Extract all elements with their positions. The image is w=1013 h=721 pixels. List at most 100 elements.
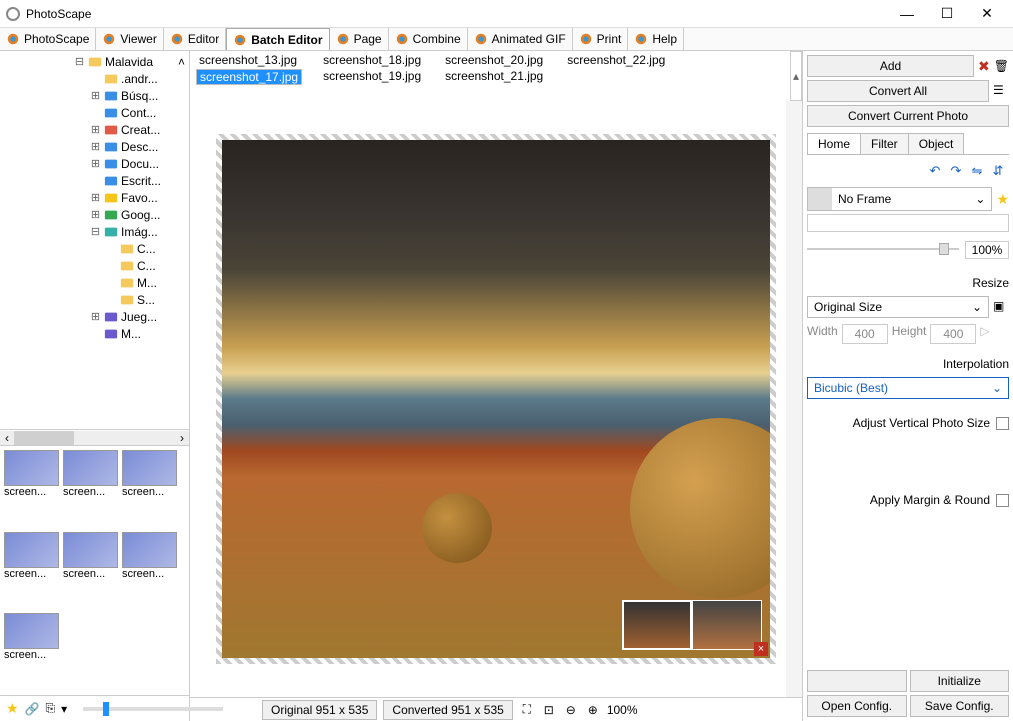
height-field[interactable]: 400: [930, 324, 976, 344]
zoom-out-icon[interactable]: ⊖: [563, 702, 579, 718]
toolbar-photoscape[interactable]: PhotoScape: [0, 28, 96, 50]
tree-node[interactable]: M...: [4, 274, 189, 291]
file-item[interactable]: screenshot_17.jpg: [196, 69, 302, 85]
toolbar-combine[interactable]: Combine: [389, 28, 468, 50]
maximize-button[interactable]: ☐: [927, 2, 967, 26]
image-canvas[interactable]: ×: [216, 134, 776, 664]
file-item[interactable]: screenshot_19.jpg: [320, 69, 424, 85]
tab-home[interactable]: Home: [807, 133, 861, 154]
tree-node[interactable]: ⊞Goog...: [4, 206, 189, 223]
open-config-button[interactable]: Open Config.: [807, 695, 907, 717]
fit-screen-icon[interactable]: ⛶: [519, 702, 535, 718]
folder-tree[interactable]: ⊟Malavida˄.andr...⊞Búsq...Cont...⊞Creat.…: [0, 51, 189, 429]
tree-node[interactable]: Cont...: [4, 104, 189, 121]
tree-node[interactable]: M...: [4, 325, 189, 342]
zoom-in-icon[interactable]: ⊕: [585, 702, 601, 718]
frame-preview-icon: [808, 188, 832, 210]
toolbar-help[interactable]: Help: [628, 28, 684, 50]
close-preview-icon[interactable]: ×: [754, 642, 768, 656]
size-mode-select[interactable]: Original Size⌄: [807, 296, 989, 318]
toolbar-animated-gif[interactable]: Animated GIF: [468, 28, 573, 50]
toolbar-page[interactable]: Page: [330, 28, 389, 50]
apply-margin-checkbox[interactable]: [996, 494, 1009, 507]
tree-node[interactable]: ⊞Creat...: [4, 121, 189, 138]
adjust-vertical-label: Adjust Vertical Photo Size: [853, 416, 990, 430]
file-item[interactable]: screenshot_13.jpg: [196, 53, 302, 69]
chevron-down-icon[interactable]: ▾: [61, 702, 67, 716]
collapse-filelist-icon[interactable]: ▴: [790, 51, 802, 101]
tree-node[interactable]: ⊟Imág...: [4, 223, 189, 240]
tree-node[interactable]: S...: [4, 291, 189, 308]
add-button[interactable]: Add: [807, 55, 974, 77]
adjust-vertical-checkbox[interactable]: [996, 417, 1009, 430]
tree-node[interactable]: C...: [4, 240, 189, 257]
blank-button[interactable]: [807, 670, 907, 692]
frame-select[interactable]: No Frame ⌄: [807, 187, 992, 211]
opacity-value: 100%: [965, 241, 1009, 259]
tree-node[interactable]: ⊞Búsq...: [4, 87, 189, 104]
thumbnail[interactable]: screen...: [63, 450, 118, 528]
tree-node[interactable]: ⊞Desc...: [4, 138, 189, 155]
tree-node[interactable]: C...: [4, 257, 189, 274]
favorite-frame-icon[interactable]: ★: [996, 191, 1009, 208]
flip-h-icon[interactable]: ⇋: [968, 162, 986, 180]
save-config-button[interactable]: Save Config.: [910, 695, 1010, 717]
height-label: Height: [892, 324, 927, 344]
frame-opacity-field[interactable]: [807, 214, 1009, 232]
tree-node[interactable]: .andr...: [4, 70, 189, 87]
thumbnail[interactable]: screen...: [63, 532, 118, 610]
canvas-v-scrollbar[interactable]: [786, 101, 802, 697]
apply-size-icon[interactable]: ▷: [980, 324, 996, 340]
tab-filter[interactable]: Filter: [860, 133, 909, 154]
scroll-right-icon[interactable]: ›: [175, 431, 189, 445]
thumbnail[interactable]: screen...: [122, 532, 177, 610]
thumbnail[interactable]: screen...: [122, 450, 177, 528]
toolbar-print[interactable]: Print: [573, 28, 629, 50]
remove-icon[interactable]: ✖: [978, 58, 990, 75]
window-title: PhotoScape: [26, 7, 887, 21]
link-icon[interactable]: 🔗: [25, 702, 40, 716]
initialize-button[interactable]: Initialize: [910, 670, 1010, 692]
file-list[interactable]: screenshot_13.jpgscreenshot_17.jpg screen…: [190, 51, 674, 101]
thumb-size-slider[interactable]: [83, 707, 223, 711]
thumbnail[interactable]: screen...: [4, 613, 59, 691]
photo-content: [422, 493, 492, 563]
flip-v-icon[interactable]: ⇵: [989, 162, 1007, 180]
trash-icon[interactable]: 🗑: [994, 59, 1009, 73]
close-button[interactable]: ✕: [967, 2, 1007, 26]
tab-object[interactable]: Object: [908, 133, 965, 154]
tree-h-scrollbar[interactable]: [14, 431, 175, 445]
actual-size-icon[interactable]: ⊡: [541, 702, 557, 718]
toolbar-viewer[interactable]: Viewer: [96, 28, 163, 50]
redo-icon[interactable]: ↷: [947, 162, 965, 180]
original-size-readout: Original 951 x 535: [262, 700, 377, 720]
tree-node[interactable]: ⊞Favo...: [4, 189, 189, 206]
tree-node[interactable]: Escrit...: [4, 172, 189, 189]
frame-opacity-slider[interactable]: 100%: [807, 239, 1009, 259]
convert-all-button[interactable]: Convert All: [807, 80, 989, 102]
before-thumb[interactable]: [622, 600, 692, 650]
interpolation-select[interactable]: Bicubic (Best)⌄: [807, 377, 1009, 399]
aspect-lock-icon[interactable]: ▣: [993, 299, 1009, 315]
width-field[interactable]: 400: [842, 324, 888, 344]
favorite-star-icon[interactable]: ★: [6, 700, 19, 717]
thumbnail[interactable]: screen...: [4, 450, 59, 528]
tree-node[interactable]: ⊟Malavida˄: [4, 53, 189, 70]
file-item[interactable]: screenshot_20.jpg: [442, 53, 546, 69]
toolbar-batch-editor[interactable]: Batch Editor: [226, 28, 329, 50]
after-thumb[interactable]: [692, 600, 762, 650]
undo-icon[interactable]: ↶: [926, 162, 944, 180]
toolbar-editor[interactable]: Editor: [164, 28, 226, 50]
file-item[interactable]: screenshot_21.jpg: [442, 69, 546, 85]
list-options-icon[interactable]: ☰: [993, 83, 1009, 99]
tree-node[interactable]: ⊞Jueg...: [4, 308, 189, 325]
file-item[interactable]: screenshot_18.jpg: [320, 53, 424, 69]
thumbnail[interactable]: screen...: [4, 532, 59, 610]
width-label: Width: [807, 324, 838, 344]
file-item[interactable]: screenshot_22.jpg: [564, 53, 668, 69]
tree-node[interactable]: ⊞Docu...: [4, 155, 189, 172]
copy-icon[interactable]: ⎘: [46, 701, 56, 716]
convert-current-button[interactable]: Convert Current Photo: [807, 105, 1009, 127]
scroll-left-icon[interactable]: ‹: [0, 431, 14, 445]
minimize-button[interactable]: —: [887, 2, 927, 26]
